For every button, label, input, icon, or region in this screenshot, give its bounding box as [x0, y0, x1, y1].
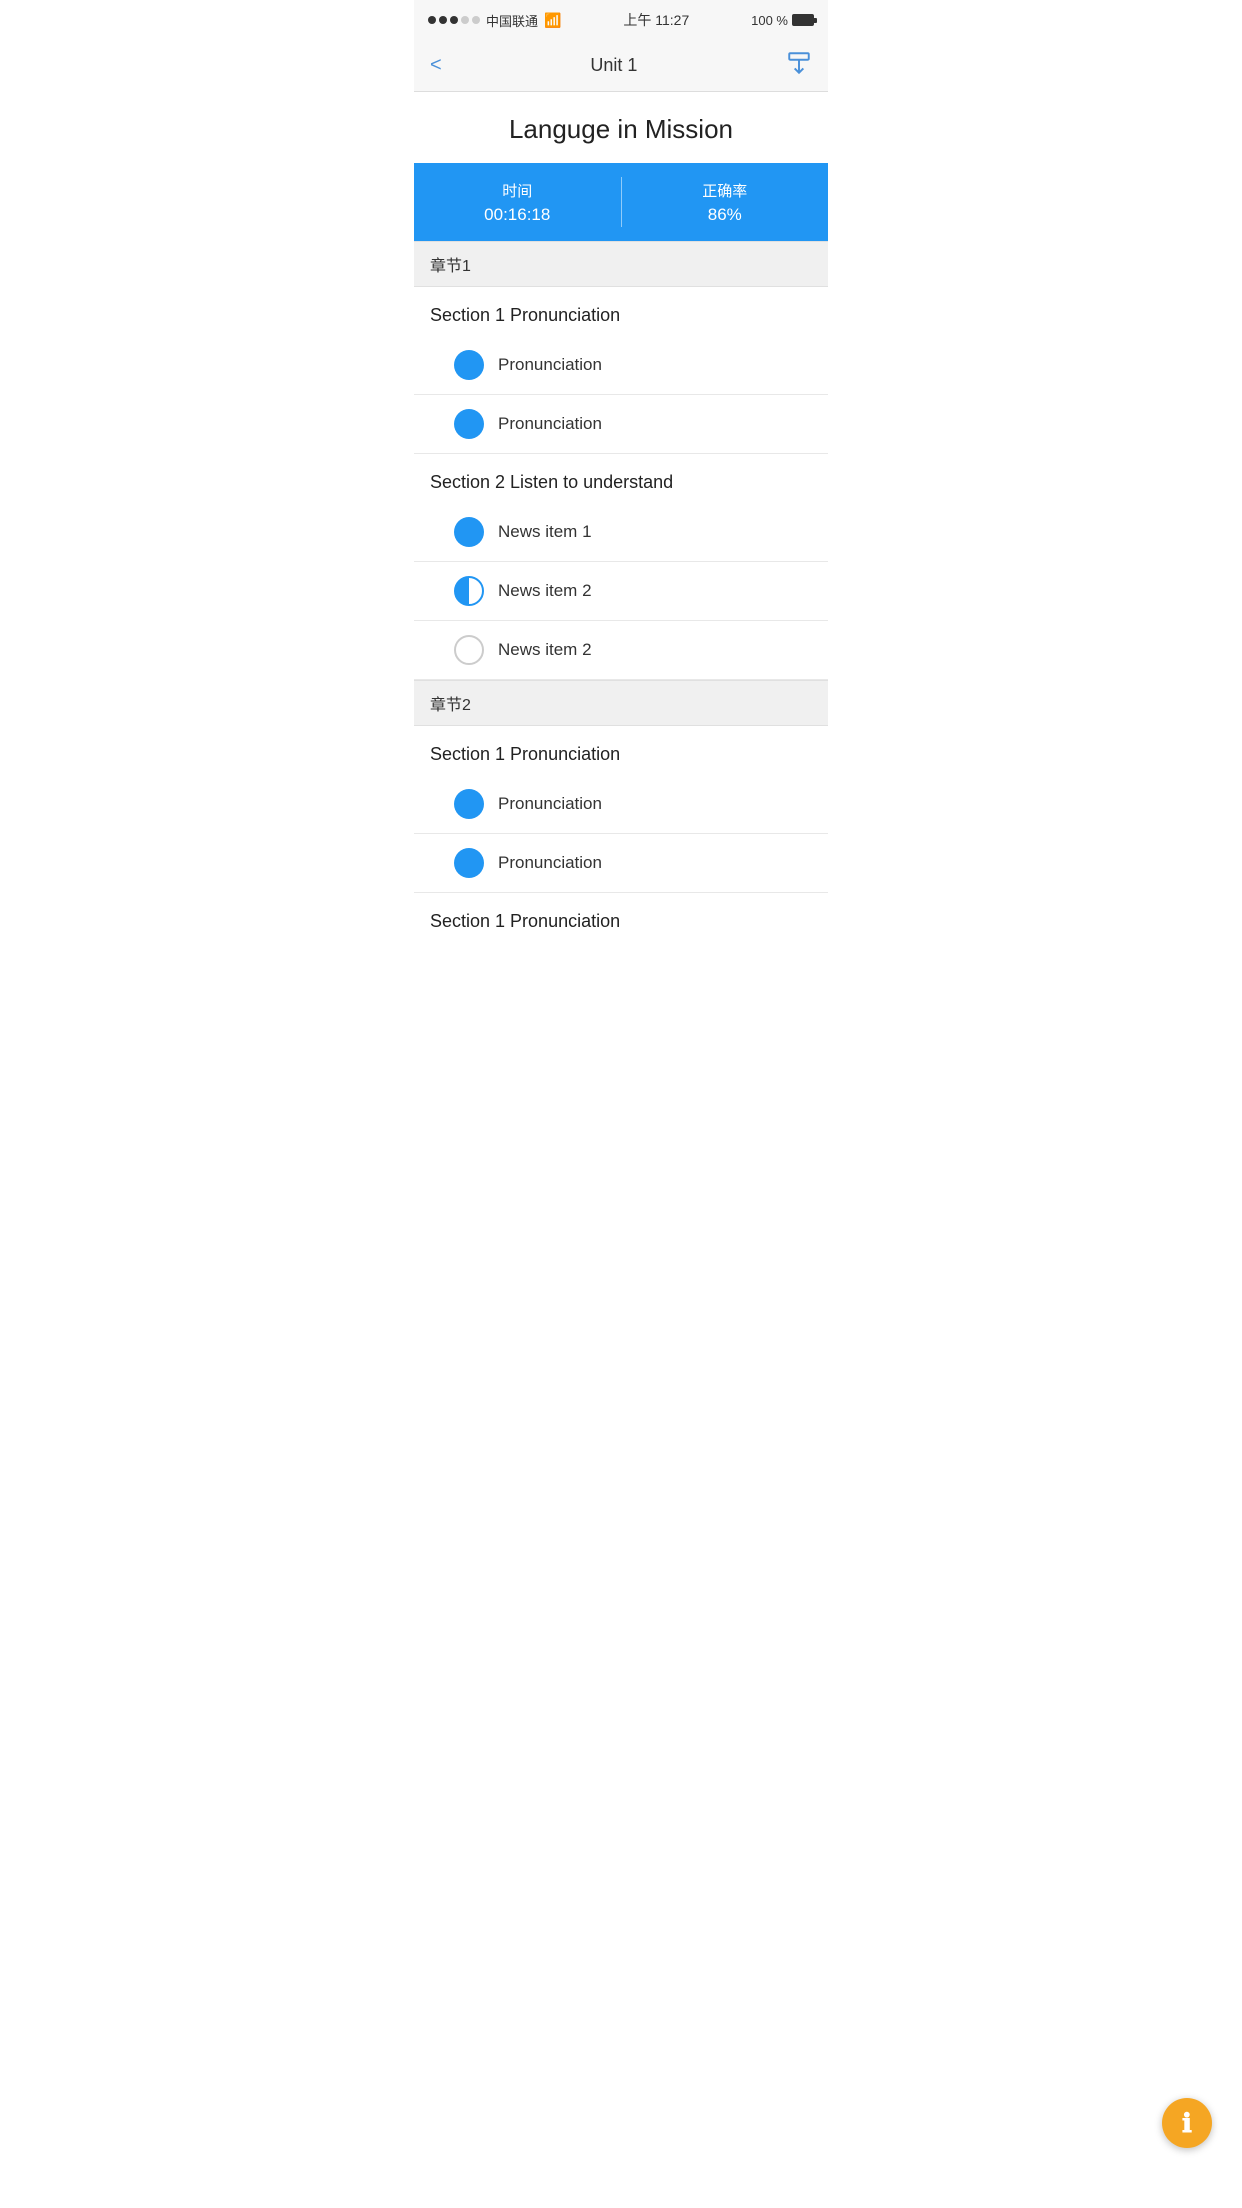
time-label: 时间 — [414, 180, 621, 201]
stats-bar: 时间 00:16:18 正确率 86% — [414, 163, 828, 241]
list-item-ch2-sec1-item1[interactable]: Pronunciation — [414, 775, 828, 834]
item-label: Pronunciation — [498, 414, 602, 434]
time-value: 00:16:18 — [414, 205, 621, 225]
section-title-ch1-sec1: Section 1 Pronunciation — [414, 287, 828, 336]
item-label: News item 2 — [498, 640, 592, 660]
status-bar: 中国联通 📶 上午 11:27 100 % — [414, 0, 828, 40]
status-right: 100 % — [751, 13, 814, 28]
info-button[interactable]: ℹ — [1162, 2098, 1212, 2148]
list-item-ch1-sec2-item1[interactable]: News item 1 — [414, 503, 828, 562]
time-stat: 时间 00:16:18 — [414, 180, 621, 225]
rate-value: 86% — [622, 205, 829, 225]
status-left: 中国联通 📶 — [428, 11, 561, 30]
item-label: Pronunciation — [498, 794, 602, 814]
signal-dot-3 — [450, 16, 458, 24]
wifi-icon: 📶 — [544, 12, 561, 29]
content-area: 章节1Section 1 PronunciationPronunciationP… — [414, 241, 828, 942]
download-icon — [786, 50, 812, 76]
circle-icon-half — [454, 576, 484, 606]
circle-icon-full — [454, 789, 484, 819]
list-item-ch1-sec2-item3[interactable]: News item 2 — [414, 621, 828, 680]
section-title-ch1-sec2: Section 2 Listen to understand — [414, 454, 828, 503]
circle-icon-full — [454, 350, 484, 380]
list-item-ch1-sec2-item2[interactable]: News item 2 — [414, 562, 828, 621]
signal-dot-5 — [472, 16, 480, 24]
back-button[interactable]: < — [430, 54, 442, 77]
circle-icon-empty — [454, 635, 484, 665]
status-time: 上午 11:27 — [623, 10, 689, 30]
battery-label: 100 % — [751, 13, 788, 28]
carrier-label: 中国联通 — [486, 11, 538, 30]
item-label: News item 1 — [498, 522, 592, 542]
chapter-header-2: 章节2 — [414, 680, 828, 726]
list-item-ch1-sec1-item1[interactable]: Pronunciation — [414, 336, 828, 395]
page-title: Languge in Mission — [414, 92, 828, 163]
rate-stat: 正确率 86% — [622, 180, 829, 225]
item-label: News item 2 — [498, 581, 592, 601]
circle-icon-full — [454, 848, 484, 878]
signal-dots — [428, 16, 480, 24]
list-item-ch1-sec1-item2[interactable]: Pronunciation — [414, 395, 828, 454]
nav-bar: < Unit 1 — [414, 40, 828, 92]
item-label: Pronunciation — [498, 355, 602, 375]
list-item-ch2-sec1-item2[interactable]: Pronunciation — [414, 834, 828, 893]
rate-label: 正确率 — [622, 180, 829, 201]
chapter-header-1: 章节1 — [414, 241, 828, 287]
nav-title: Unit 1 — [590, 55, 637, 76]
download-button[interactable] — [786, 50, 812, 82]
signal-dot-1 — [428, 16, 436, 24]
battery-icon — [792, 14, 814, 26]
section-title-ch2-sec2: Section 1 Pronunciation — [414, 893, 828, 942]
circle-icon-full — [454, 409, 484, 439]
item-label: Pronunciation — [498, 853, 602, 873]
signal-dot-4 — [461, 16, 469, 24]
circle-icon-full — [454, 517, 484, 547]
signal-dot-2 — [439, 16, 447, 24]
section-title-ch2-sec1: Section 1 Pronunciation — [414, 726, 828, 775]
